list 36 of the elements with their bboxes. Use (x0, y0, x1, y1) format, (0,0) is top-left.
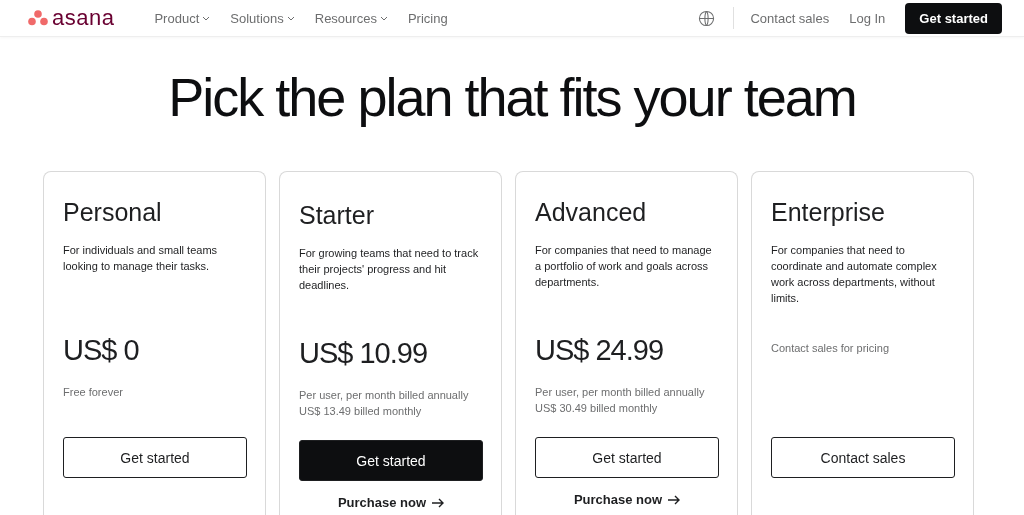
plan-button[interactable]: Contact sales (771, 437, 955, 478)
purchase-link[interactable]: Purchase now (535, 492, 719, 507)
nav-menu-item[interactable]: Product (154, 10, 211, 26)
plan-price: US$ 10.99 (299, 337, 429, 371)
plan-button[interactable]: Get started (63, 437, 247, 478)
plan-price: US$ 24.99 (535, 334, 665, 368)
purchase-link[interactable]: Purchase now (299, 495, 483, 510)
price-note: Per user, per month billed annually (535, 385, 706, 400)
get-started-button[interactable]: Get started (905, 2, 1002, 34)
plan-description: For individuals and small teams looking to manage their tasks. (63, 243, 219, 274)
price-note: US$ 13.49 billed monthly (299, 404, 423, 419)
logo-wordmark[interactable]: asana (52, 5, 115, 31)
plan-name: Personal (63, 198, 163, 228)
price-note: Free forever (63, 385, 124, 400)
nav-menu-item[interactable]: Solutions (230, 10, 295, 26)
plan-name: Enterprise (771, 198, 886, 228)
arrow-right-icon (668, 494, 681, 505)
price-note: Contact sales for pricing (771, 341, 890, 356)
plan-button[interactable]: Get started (299, 440, 483, 481)
page-headline: Pick the plan that fits your team (167, 67, 857, 127)
plan-description: For companies that need to coordinate and automate complex work across departments, without limits. (771, 243, 938, 306)
log-in-link[interactable]: Log In (849, 10, 886, 26)
globe-icon[interactable] (698, 9, 716, 27)
nav-menu-item[interactable]: Pricing (407, 10, 448, 26)
plan-description: For growing teams that need to track their projects' progress and hit deadlines. (299, 246, 480, 293)
plan-button[interactable]: Get started (535, 437, 719, 478)
plan-price: US$ 0 (63, 334, 140, 368)
plan-name: Starter (299, 200, 376, 231)
nav-menu-item[interactable]: Resources (314, 10, 388, 26)
arrow-right-icon (432, 497, 445, 508)
logo-icon (28, 10, 48, 26)
price-note: Per user, per month billed annually (299, 388, 470, 403)
plan-name: Advanced (535, 198, 648, 228)
contact-sales-link[interactable]: Contact sales (750, 10, 830, 26)
price-note: US$ 30.49 billed monthly (535, 401, 659, 416)
plan-description: For companies that need to manage a portfolio of work and goals across departments. (535, 243, 713, 290)
